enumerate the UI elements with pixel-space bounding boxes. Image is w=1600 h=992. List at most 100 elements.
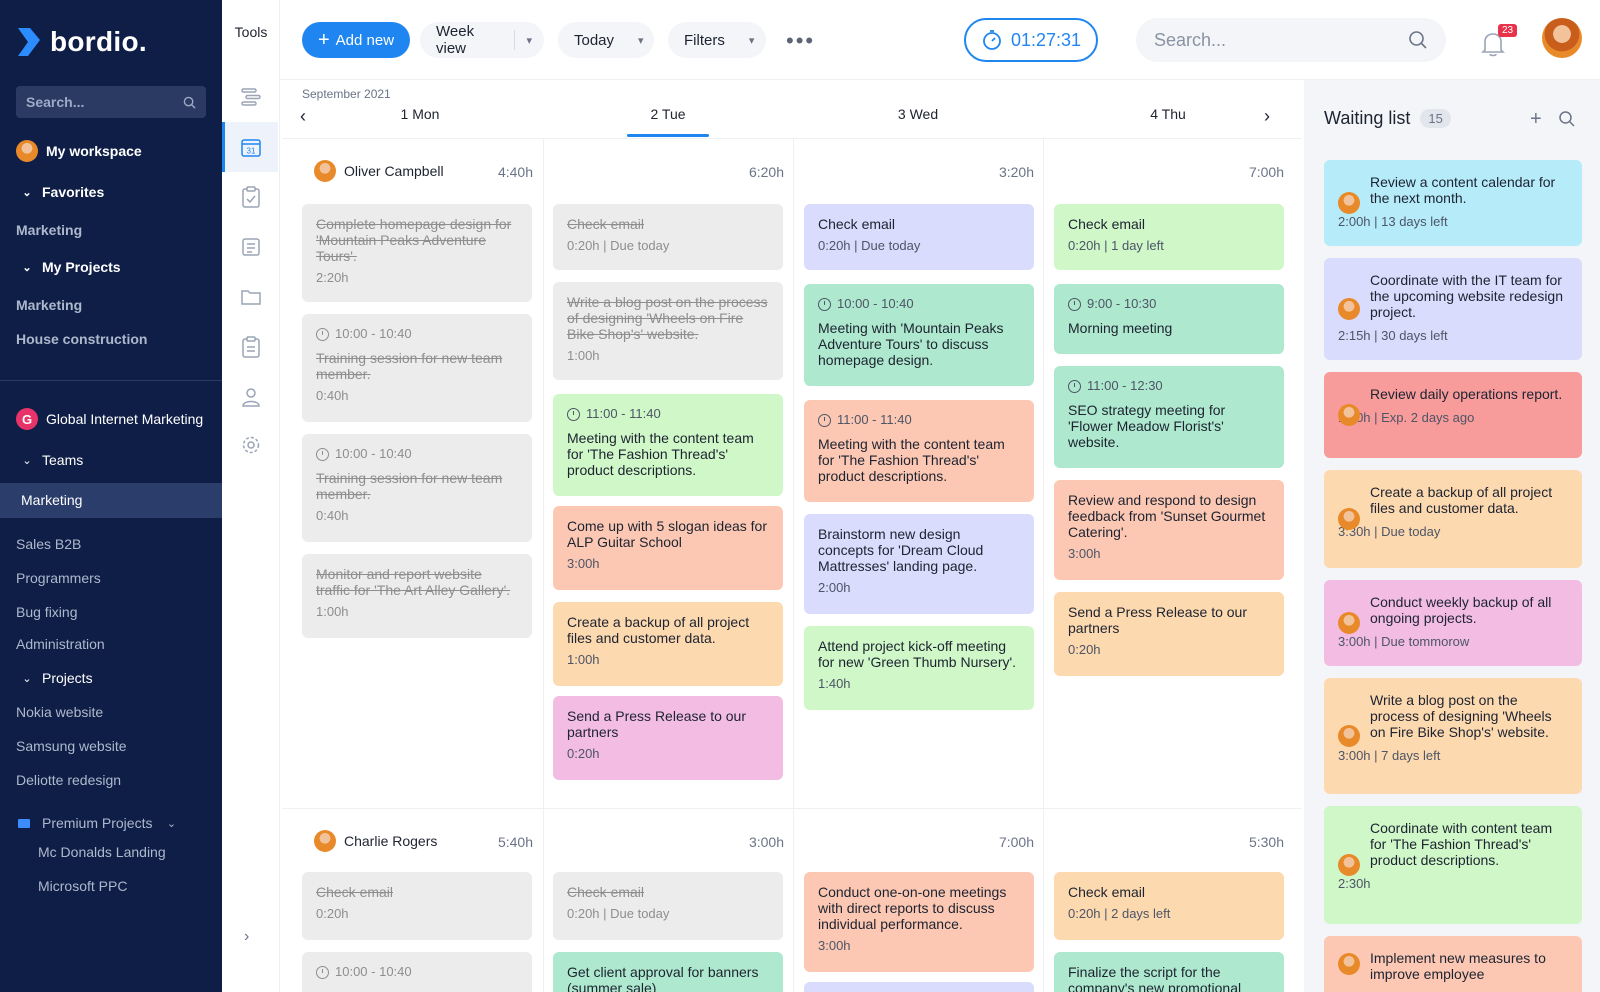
expand-chevron-icon[interactable]: › bbox=[244, 928, 249, 946]
task-card[interactable]: 11:00 - 11:40 Meeting with the content t… bbox=[804, 400, 1034, 502]
my-projects-toggle[interactable]: ⌄ My Projects bbox=[20, 259, 120, 275]
folder-tool-icon[interactable] bbox=[236, 282, 266, 312]
sidebar-item-mp-marketing[interactable]: Marketing bbox=[16, 297, 82, 313]
waiting-item[interactable]: Coordinate with content team for 'The Fa… bbox=[1324, 806, 1582, 924]
clock-icon bbox=[1068, 379, 1081, 393]
waiting-item[interactable]: Coordinate with the IT team for the upco… bbox=[1324, 258, 1582, 360]
task-card[interactable]: Complete homepage design for 'Mountain P… bbox=[302, 204, 532, 302]
task-card[interactable]: Create a backup of all project files and… bbox=[553, 602, 783, 686]
add-plus-icon[interactable]: + bbox=[1530, 108, 1542, 131]
sidebar-item-mcdonalds[interactable]: Mc Donalds Landing bbox=[38, 844, 166, 860]
task-card[interactable]: 10:00 - 10:40 Training session for new t… bbox=[302, 314, 532, 422]
task-card[interactable]: Conduct one-on-one meetings with direct … bbox=[804, 872, 1034, 972]
filters-dropdown[interactable]: Filters ▾ bbox=[668, 22, 766, 58]
row-user-oliver[interactable]: Oliver Campbell bbox=[314, 160, 444, 182]
sidebar-item-label: Administration bbox=[16, 636, 105, 652]
sidebar-item-bug-fixing[interactable]: Bug fixing bbox=[16, 604, 77, 620]
task-card[interactable]: Send a Press Release to our partners 0:2… bbox=[1054, 592, 1284, 676]
sidebar-item-deliotte[interactable]: Deliotte redesign bbox=[16, 772, 121, 788]
favorites-toggle[interactable]: ⌄ Favorites bbox=[20, 184, 104, 200]
task-card[interactable]: Check email 0:20h bbox=[302, 872, 532, 940]
task-card[interactable] bbox=[804, 982, 1034, 992]
avatar bbox=[1338, 508, 1360, 530]
task-card[interactable]: Come up with 5 slogan ideas for ALP Guit… bbox=[553, 506, 783, 590]
waiting-item[interactable]: Implement new measures to improve employ… bbox=[1324, 936, 1582, 992]
search-icon[interactable] bbox=[1558, 110, 1576, 134]
waiting-list-count-badge: 15 bbox=[1420, 109, 1451, 128]
waiting-item[interactable]: Conduct weekly backup of all ongoing pro… bbox=[1324, 580, 1582, 666]
task-title: Review and respond to design feedback fr… bbox=[1068, 492, 1266, 540]
sidebar-item-sales-b2b[interactable]: Sales B2B bbox=[16, 536, 81, 552]
premium-projects-toggle[interactable]: Premium Projects ⌄ bbox=[18, 815, 178, 831]
sidebar: bordio. Search... My workspace ⌄ Favorit… bbox=[0, 0, 222, 992]
sidebar-item-team-marketing[interactable]: Marketing bbox=[21, 492, 82, 508]
task-card[interactable]: Check email 0:20h | Due today bbox=[553, 204, 783, 270]
task-card[interactable]: 11:00 - 11:40 Meeting with the content t… bbox=[553, 394, 783, 496]
task-card[interactable]: Send a Press Release to our partners 0:2… bbox=[553, 696, 783, 780]
timeline-tool-icon[interactable] bbox=[236, 82, 266, 112]
row-total: 3:20h bbox=[998, 164, 1034, 180]
sidebar-search-input[interactable]: Search... bbox=[16, 86, 206, 118]
task-card[interactable]: Monitor and report website traffic for '… bbox=[302, 554, 532, 638]
task-card[interactable]: 10:00 - 10:40 Training session for new t… bbox=[302, 434, 532, 542]
day-header-thu[interactable]: 4 Thu bbox=[1108, 106, 1228, 122]
task-title: Come up with 5 slogan ideas for ALP Guit… bbox=[567, 518, 767, 550]
projects-toggle[interactable]: ⌄ Projects bbox=[20, 670, 92, 686]
task-card[interactable]: Check email 0:20h | 2 days left bbox=[1054, 872, 1284, 940]
day-header-wed[interactable]: 3 Wed bbox=[858, 106, 978, 122]
sidebar-item-label: Programmers bbox=[16, 570, 101, 586]
tasks-tool-icon[interactable] bbox=[236, 182, 266, 212]
today-dropdown[interactable]: Today ▾ bbox=[558, 22, 654, 58]
day-header-tue[interactable]: 2 Tue bbox=[608, 106, 728, 122]
sidebar-item-administration[interactable]: Administration bbox=[16, 636, 105, 652]
workspace-item[interactable]: My workspace bbox=[16, 140, 142, 162]
task-card[interactable]: 11:00 - 12:30 SEO strategy meeting for '… bbox=[1054, 366, 1284, 468]
notification-count-badge: 23 bbox=[1498, 24, 1518, 37]
task-title: Morning meeting bbox=[1068, 320, 1173, 336]
sidebar-item-label: Nokia website bbox=[16, 704, 104, 720]
timer-button[interactable]: 01:27:31 bbox=[964, 18, 1098, 62]
notes-tool-icon[interactable] bbox=[236, 232, 266, 262]
row-user-charlie[interactable]: Charlie Rogers bbox=[314, 830, 437, 852]
task-card[interactable]: Check email 0:20h | Due today bbox=[553, 872, 783, 940]
settings-gear-icon[interactable] bbox=[236, 430, 266, 460]
task-card[interactable]: Attend project kick-off meeting for new … bbox=[804, 626, 1034, 710]
waiting-item[interactable]: Review a content calendar for the next m… bbox=[1324, 160, 1582, 246]
sidebar-item-house-construction[interactable]: House construction bbox=[16, 331, 147, 347]
task-card[interactable]: 10:00 - 10:40 Meeting with 'Mountain Pea… bbox=[804, 284, 1034, 386]
avatar bbox=[1338, 404, 1360, 426]
task-title: Brainstorm new design concepts for 'Drea… bbox=[818, 526, 984, 574]
sidebar-item-microsoft[interactable]: Microsoft PPC bbox=[38, 878, 127, 894]
task-card[interactable]: Check email 0:20h | 1 day left bbox=[1054, 204, 1284, 270]
task-card[interactable]: Write a blog post on the process of desi… bbox=[553, 282, 783, 380]
day-header-mon[interactable]: 1 Mon bbox=[360, 106, 480, 122]
next-week-chevron-icon[interactable]: › bbox=[1264, 106, 1270, 127]
waiting-item[interactable]: Review daily operations report. 1:40h | … bbox=[1324, 372, 1582, 458]
task-card[interactable]: 10:00 - 10:40 bbox=[302, 952, 532, 992]
calendar-tool-icon[interactable]: 31 bbox=[236, 132, 266, 162]
clipboard-tool-icon[interactable] bbox=[236, 332, 266, 362]
search-input[interactable]: Search... bbox=[1136, 18, 1446, 62]
task-card[interactable]: Brainstorm new design concepts for 'Drea… bbox=[804, 514, 1034, 614]
task-card[interactable]: Get client approval for banners (summer … bbox=[553, 952, 783, 992]
more-options-icon[interactable]: ••• bbox=[786, 28, 815, 54]
organization-item[interactable]: G Global Internet Marketing bbox=[16, 408, 203, 430]
sidebar-item-nokia[interactable]: Nokia website bbox=[16, 704, 103, 720]
week-view-dropdown[interactable]: Week view ▾ bbox=[420, 22, 544, 58]
task-card[interactable]: Check email 0:20h | Due today bbox=[804, 204, 1034, 270]
teams-toggle[interactable]: ⌄ Teams bbox=[20, 452, 83, 468]
sidebar-item-samsung[interactable]: Samsung website bbox=[16, 738, 127, 754]
waiting-item-meta: 3:30h | Due today bbox=[1338, 524, 1441, 539]
prev-week-chevron-icon[interactable]: ‹ bbox=[300, 106, 306, 127]
task-card[interactable]: Finalize the script for the company's ne… bbox=[1054, 952, 1284, 992]
bordio-logo[interactable]: bordio. bbox=[16, 26, 147, 58]
sidebar-item-fav-marketing[interactable]: Marketing bbox=[16, 222, 82, 238]
task-card[interactable]: 9:00 - 10:30 Morning meeting bbox=[1054, 284, 1284, 354]
user-avatar[interactable] bbox=[1542, 18, 1582, 58]
sidebar-item-programmers[interactable]: Programmers bbox=[16, 570, 101, 586]
user-tool-icon[interactable] bbox=[236, 382, 266, 412]
waiting-item[interactable]: Write a blog post on the process of desi… bbox=[1324, 678, 1582, 794]
add-new-button[interactable]: + Add new bbox=[302, 22, 410, 58]
task-card[interactable]: Review and respond to design feedback fr… bbox=[1054, 480, 1284, 580]
waiting-item[interactable]: Create a backup of all project files and… bbox=[1324, 470, 1582, 568]
